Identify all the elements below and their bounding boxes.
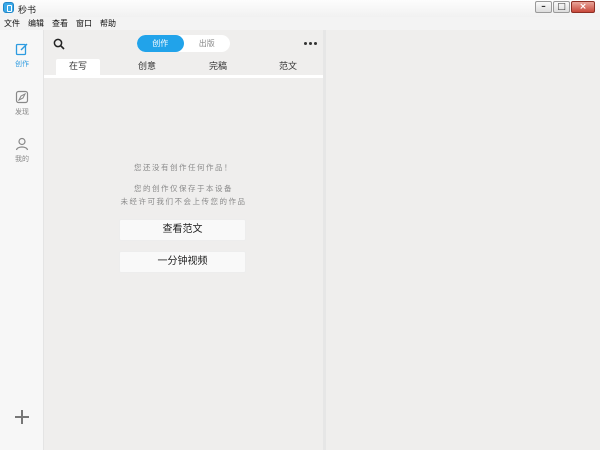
maximize-button[interactable]: □ (553, 1, 570, 13)
segment-publish[interactable]: 出版 (184, 35, 231, 52)
empty-note-upload: 未经许可我们不会上传您的作品 (120, 197, 247, 206)
rail-item-discover[interactable]: 发现 (0, 90, 44, 117)
maximize-icon: □ (557, 2, 566, 12)
rail-item-label: 发现 (15, 108, 29, 116)
one-minute-video-button[interactable]: 一分钟视频 (119, 251, 246, 273)
close-icon: × (579, 2, 587, 12)
empty-note-device: 您的创作仅保存于本设备 (134, 184, 233, 193)
rail-item-mine[interactable]: 我的 (0, 137, 44, 164)
rail-item-create[interactable]: 创作 (0, 42, 44, 69)
close-button[interactable]: × (571, 1, 595, 13)
window-title: 秒书 (18, 6, 37, 16)
tab-bar: 在写 创意 完稿 范文 (44, 59, 323, 76)
edit-icon (15, 43, 28, 56)
menu-file[interactable]: 文件 (0, 17, 24, 30)
plus-icon[interactable] (15, 410, 29, 424)
mode-toggle: 创作 出版 (137, 35, 230, 52)
search-icon[interactable] (53, 38, 65, 50)
title-bar: 秒书 – □ × (0, 0, 600, 18)
tab-writing[interactable]: 在写 (56, 59, 100, 75)
tab-samples[interactable]: 范文 (268, 59, 308, 75)
left-rail: 创作 发现 我的 (0, 30, 44, 450)
view-samples-button[interactable]: 查看范文 (119, 219, 246, 241)
menu-bar: 文件 编辑 查看 窗口 帮助 (0, 17, 600, 30)
minimize-icon: – (541, 2, 546, 12)
menu-edit[interactable]: 编辑 (24, 17, 48, 30)
menu-window[interactable]: 窗口 (72, 17, 96, 30)
tab-finished[interactable]: 完稿 (198, 59, 238, 75)
app-logo-icon (3, 2, 14, 13)
works-panel: 创作 出版 在写 创意 完稿 范文 您还没有创作任何作品！ 您的创作仅保存于本设… (44, 30, 323, 450)
menu-help[interactable]: 帮助 (96, 17, 120, 30)
user-icon (15, 137, 29, 151)
empty-message: 您还没有创作任何作品！ (134, 163, 233, 172)
tab-ideas[interactable]: 创意 (127, 59, 167, 75)
window-controls: – □ × (535, 1, 595, 13)
rail-item-label: 我的 (15, 155, 29, 163)
rail-item-label: 创作 (15, 60, 29, 68)
minimize-button[interactable]: – (535, 1, 552, 13)
more-icon[interactable] (304, 42, 317, 45)
segment-create[interactable]: 创作 (137, 35, 184, 52)
menu-view[interactable]: 查看 (48, 17, 72, 30)
editor-area (326, 30, 600, 450)
tab-underline (44, 75, 323, 78)
app-window: 秒书 – □ × 文件 编辑 查看 窗口 帮助 创作 发现 我的 创作 出版 在… (0, 0, 600, 450)
compass-icon (15, 90, 29, 104)
